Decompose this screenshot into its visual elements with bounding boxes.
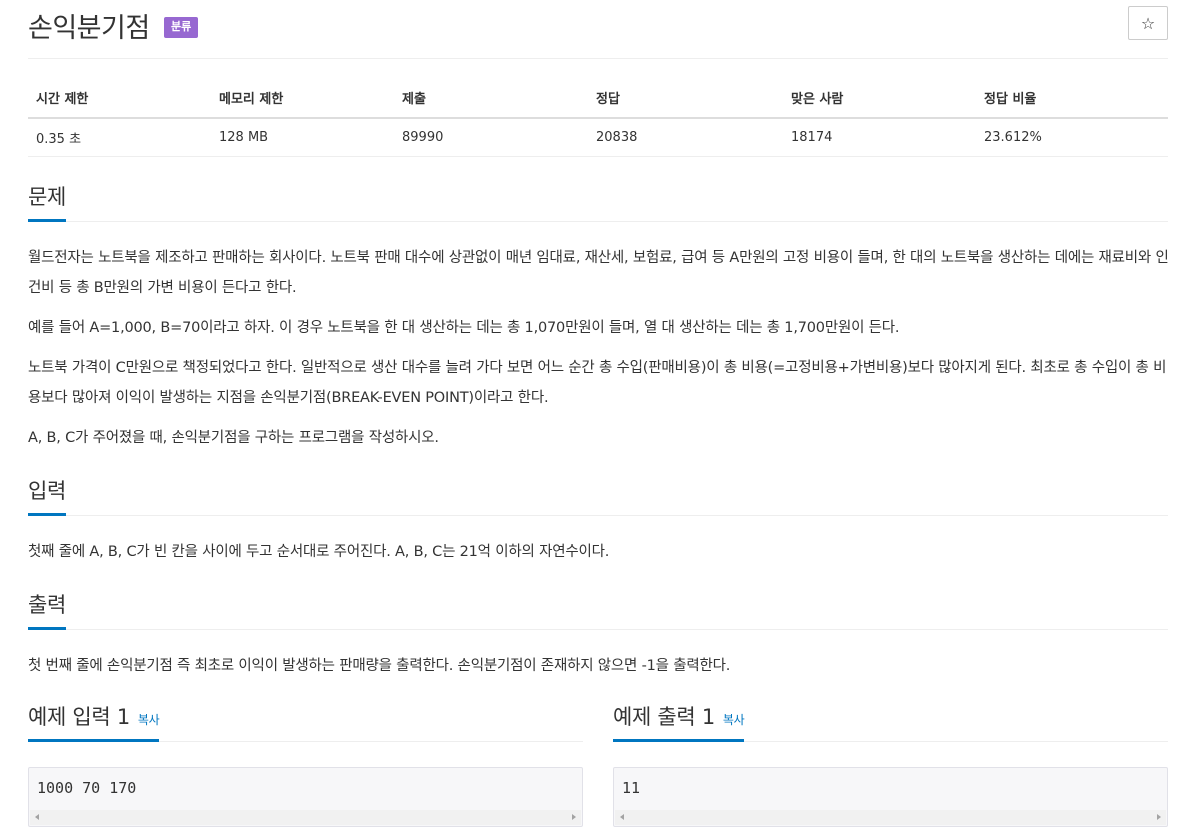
input-section-header: 입력: [28, 474, 1168, 516]
scroll-right-arrow-icon[interactable]: [1157, 814, 1161, 820]
copy-output-link[interactable]: 복사: [723, 713, 745, 727]
sample-output-value: 11: [622, 779, 641, 797]
sample-output-panel: 예제 출력 1 복사 11: [613, 700, 1168, 827]
sample-input-box[interactable]: 1000 70 170: [28, 767, 583, 827]
info-value-row: 0.35 초 128 MB 89990 20838 18174 23.612%: [28, 118, 1168, 157]
problem-info-table: 시간 제한 메모리 제한 제출 정답 맞은 사람 정답 비율 0.35 초 12…: [28, 80, 1168, 157]
info-header-row: 시간 제한 메모리 제한 제출 정답 맞은 사람 정답 비율: [28, 80, 1168, 119]
sample-input-header: 예제 입력 1 복사: [28, 700, 583, 742]
problem-paragraph-4: A, B, C가 주어졌을 때, 손익분기점을 구하는 프로그램을 작성하시오.: [28, 430, 439, 446]
header-accepted: 정답: [588, 80, 783, 119]
sample-output-scrollbar[interactable]: [615, 810, 1166, 825]
output-section-header: 출력: [28, 588, 1168, 630]
header-submissions: 제출: [394, 80, 588, 119]
sample-output-title: 예제 출력 1: [613, 705, 715, 729]
sample-input-value: 1000 70 170: [37, 779, 137, 797]
header-memory-limit: 메모리 제한: [211, 80, 394, 119]
sample-output-header: 예제 출력 1 복사: [613, 700, 1168, 742]
title-divider: [28, 58, 1168, 59]
value-submissions[interactable]: 89990: [394, 118, 588, 157]
page-title: 손익분기점: [28, 13, 150, 44]
header-accept-ratio: 정답 비율: [976, 80, 1168, 119]
star-button[interactable]: ☆: [1128, 6, 1168, 40]
problem-paragraph-3: 노트북 가격이 C만원으로 책정되었다고 한다. 일반적으로 생산 대수를 늘려…: [28, 360, 1167, 406]
problem-title-row: 손익분기점 분류 ☆: [28, 4, 1168, 44]
problem-heading: 문제: [28, 181, 66, 222]
category-badge[interactable]: 분류: [164, 17, 199, 38]
value-accept-ratio: 23.612%: [976, 118, 1168, 157]
scroll-left-arrow-icon[interactable]: [620, 814, 624, 820]
sample-input-scrollbar[interactable]: [30, 810, 581, 825]
problem-section-header: 문제: [28, 180, 1168, 222]
copy-input-link[interactable]: 복사: [138, 713, 160, 727]
input-description: 첫째 줄에 A, B, C가 빈 칸을 사이에 두고 순서대로 주어진다. A,…: [28, 544, 610, 560]
value-accepted[interactable]: 20838: [588, 118, 783, 157]
sample-input-title: 예제 입력 1: [28, 705, 130, 729]
value-time-limit: 0.35 초: [28, 118, 211, 157]
sample-output-heading: 예제 출력 1 복사: [613, 701, 745, 742]
sample-output-box[interactable]: 11: [613, 767, 1168, 827]
input-heading: 입력: [28, 475, 66, 516]
star-icon: ☆: [1140, 13, 1156, 33]
value-solved-users[interactable]: 18174: [783, 118, 976, 157]
output-heading: 출력: [28, 589, 66, 630]
scroll-left-arrow-icon[interactable]: [35, 814, 39, 820]
output-description: 첫 번째 줄에 손익분기점 즉 최초로 이익이 발생하는 판매량을 출력한다. …: [28, 658, 731, 674]
scroll-right-arrow-icon[interactable]: [572, 814, 576, 820]
sample-input-heading: 예제 입력 1 복사: [28, 701, 160, 742]
problem-paragraph-2: 예를 들어 A=1,000, B=70이라고 하자. 이 경우 노트북을 한 대…: [28, 320, 900, 336]
sample-input-panel: 예제 입력 1 복사 1000 70 170: [28, 700, 583, 827]
header-solved-users: 맞은 사람: [783, 80, 976, 119]
value-memory-limit: 128 MB: [211, 118, 394, 157]
header-time-limit: 시간 제한: [28, 80, 211, 119]
problem-paragraph-1: 월드전자는 노트북을 제조하고 판매하는 회사이다. 노트북 판매 대수에 상관…: [28, 250, 1169, 296]
